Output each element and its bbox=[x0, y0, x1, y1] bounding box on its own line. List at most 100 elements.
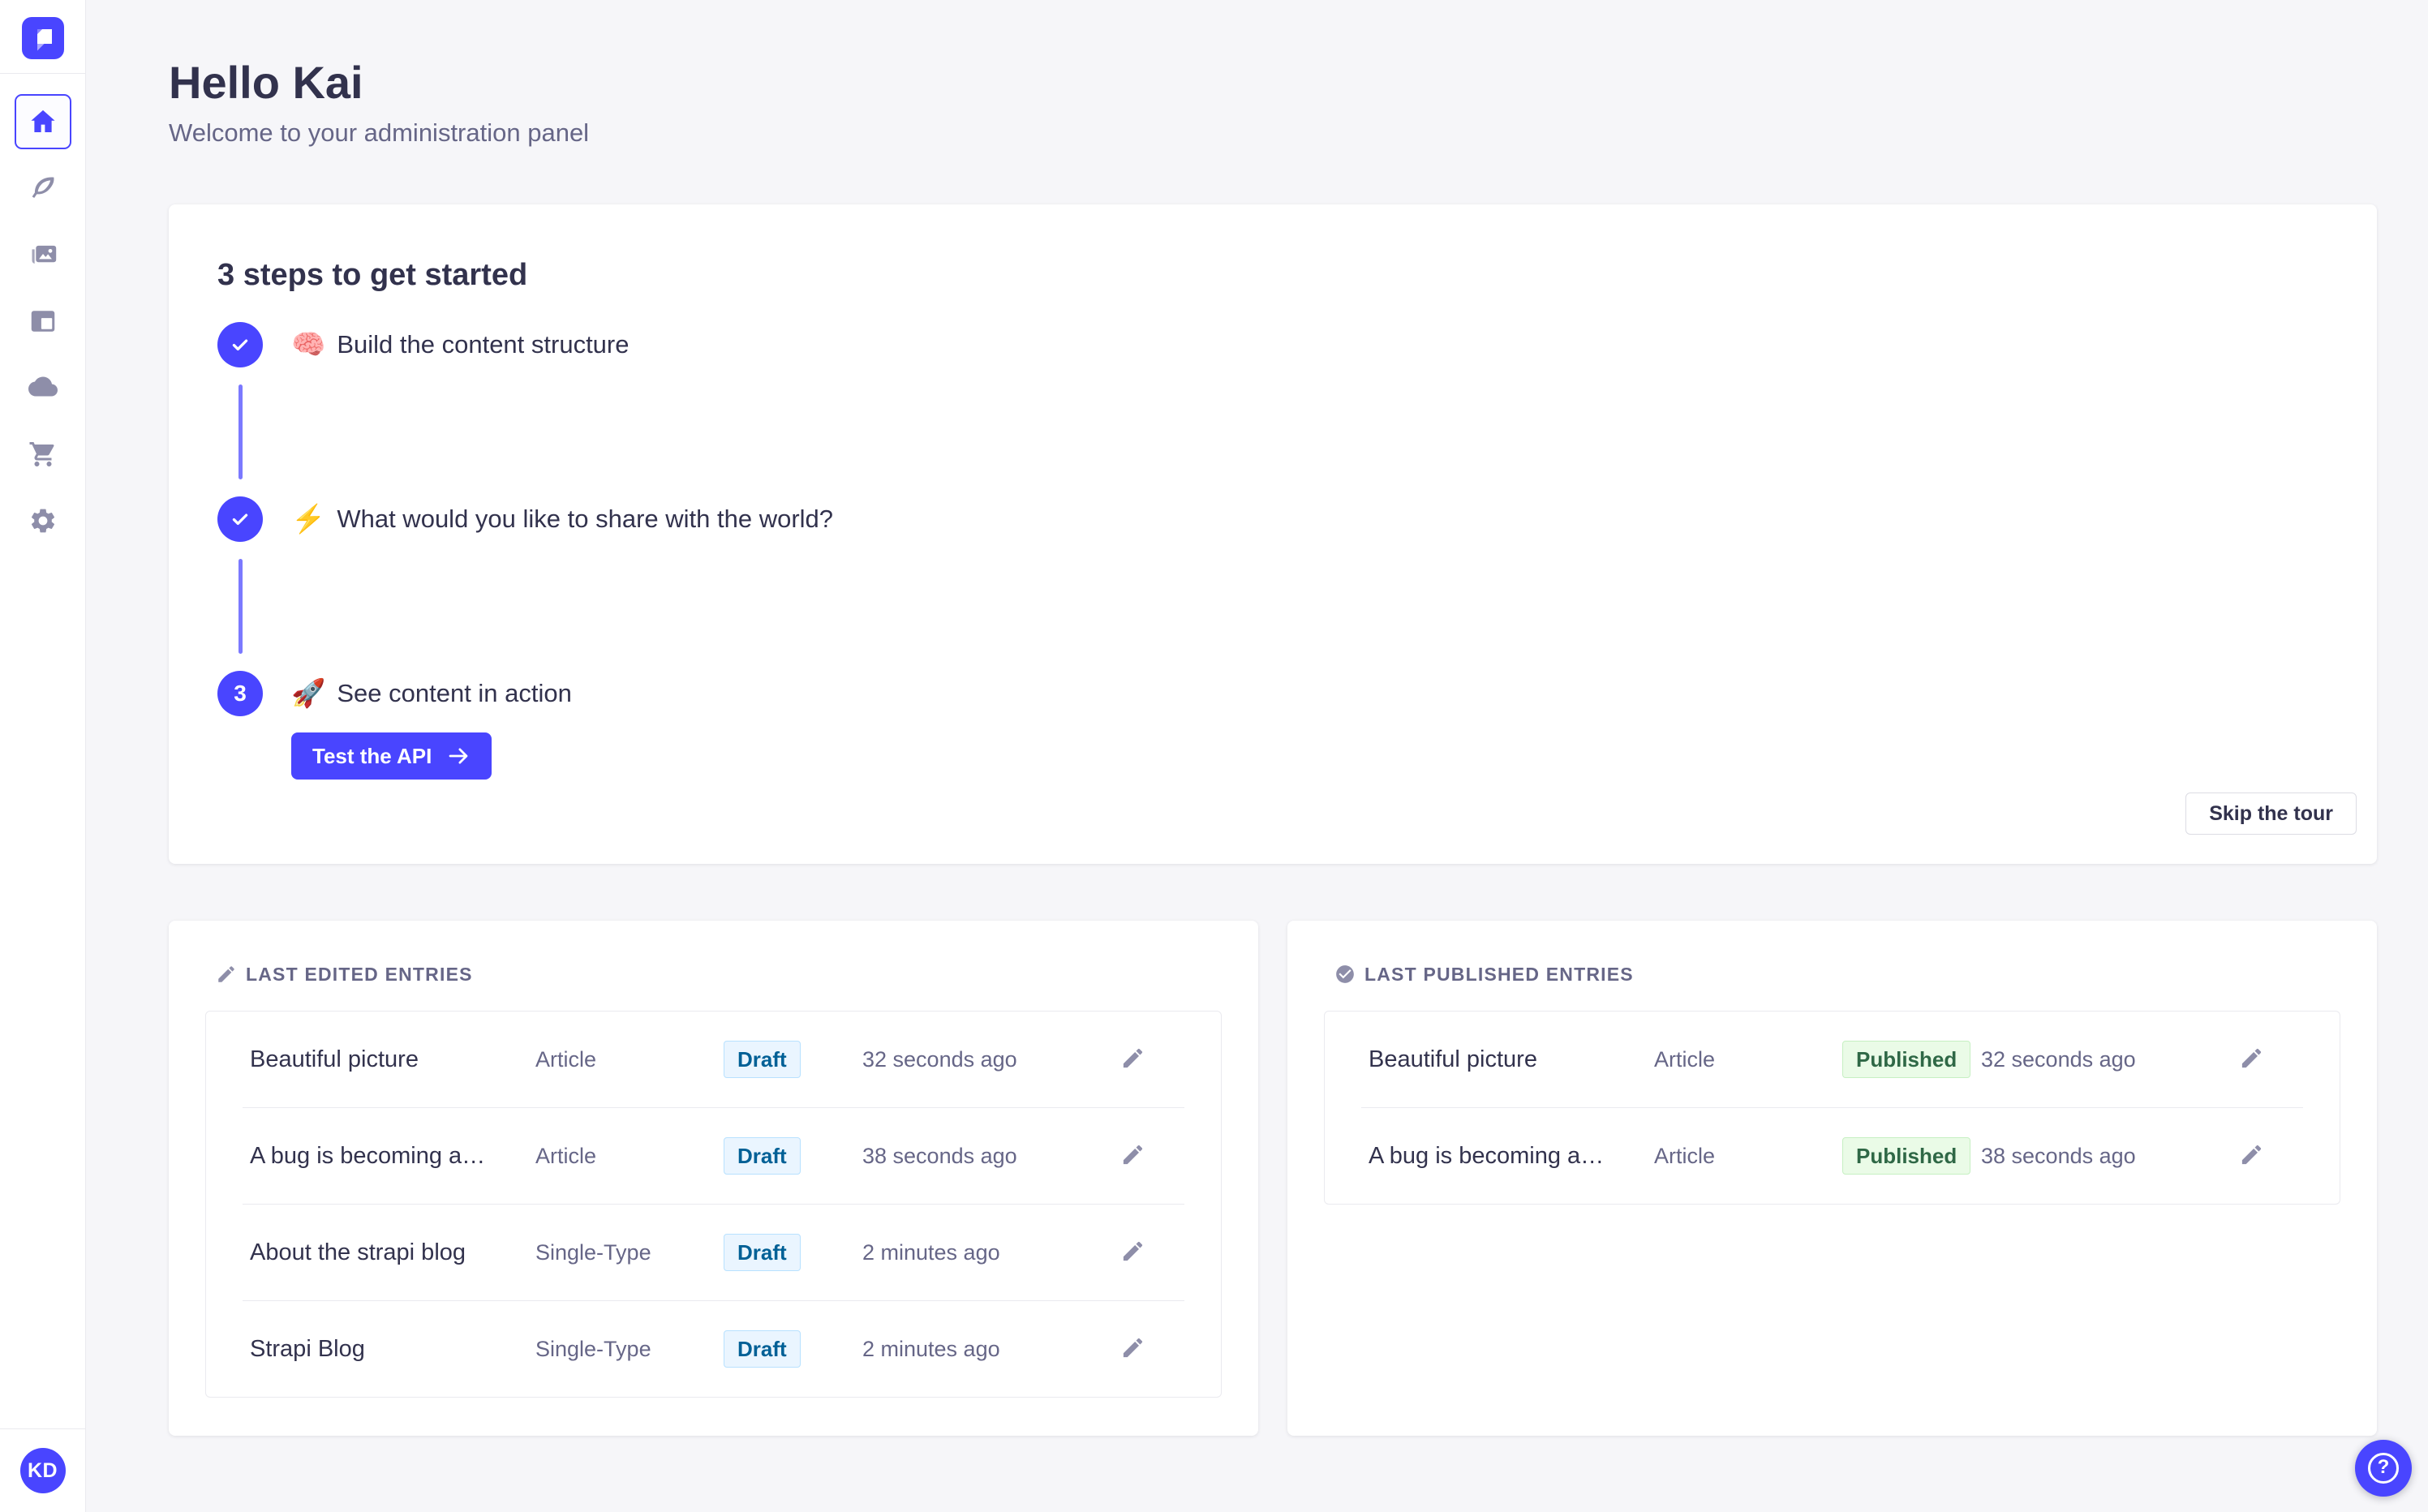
onboarding-card: 3 steps to get started 🧠 Build the conte… bbox=[169, 204, 2377, 864]
onboarding-step-1: 🧠 Build the content structure bbox=[217, 322, 2328, 496]
step-label: ⚡ What would you like to share with the … bbox=[291, 504, 834, 535]
entry-title: Beautiful picture bbox=[1369, 1046, 1537, 1072]
pencil-icon bbox=[1123, 1048, 1142, 1068]
entry-type: Article bbox=[535, 1046, 597, 1072]
table-row: A bug is becoming a… Article Published 3… bbox=[1325, 1108, 2340, 1204]
status-badge: Draft bbox=[724, 1041, 801, 1078]
layout-icon bbox=[31, 311, 54, 332]
last-published-widget: LAST PUBLISHED ENTRIES Beautiful picture… bbox=[1287, 921, 2377, 1436]
main-content: Hello Kai Welcome to your administration… bbox=[86, 0, 2428, 1512]
edit-entry-button[interactable] bbox=[1116, 1236, 1149, 1269]
widget-title: LAST EDITED ENTRIES bbox=[246, 963, 473, 985]
entry-title: Beautiful picture bbox=[250, 1046, 419, 1072]
rocket-emoji-icon: 🚀 bbox=[291, 678, 326, 709]
entry-time: 2 minutes ago bbox=[862, 1336, 1000, 1361]
arrow-right-icon bbox=[449, 748, 468, 764]
entry-time: 38 seconds ago bbox=[862, 1143, 1017, 1168]
brain-emoji-icon: 🧠 bbox=[291, 329, 326, 360]
gear-icon bbox=[31, 509, 54, 533]
last-published-header: LAST PUBLISHED ENTRIES bbox=[1334, 963, 2340, 986]
onboarding-steps: 🧠 Build the content structure ⚡ What wou… bbox=[217, 322, 2328, 780]
onboarding-title: 3 steps to get started bbox=[217, 258, 528, 292]
lightning-emoji-icon: ⚡ bbox=[291, 504, 326, 535]
strapi-admin-app: KD Hello Kai Welcome to your administrat… bbox=[0, 0, 2428, 1512]
sidebar-item-media-library[interactable] bbox=[15, 227, 71, 282]
help-icon: ? bbox=[2368, 1453, 2399, 1484]
sidebar-footer: KD bbox=[0, 1428, 86, 1512]
entry-time: 2 minutes ago bbox=[862, 1239, 1000, 1265]
page-title: Hello Kai bbox=[169, 57, 363, 108]
sidebar-item-content-type-builder[interactable] bbox=[15, 294, 71, 349]
entry-title: A bug is becoming a… bbox=[250, 1142, 486, 1169]
onboarding-step-2: ⚡ What would you like to share with the … bbox=[217, 496, 2328, 671]
sidebar-item-cloud[interactable] bbox=[15, 360, 71, 415]
page-subtitle: Welcome to your administration panel bbox=[169, 118, 590, 147]
pencil-icon bbox=[1123, 1145, 1142, 1165]
entry-time: 32 seconds ago bbox=[1981, 1046, 2136, 1072]
sidebar-item-marketplace[interactable] bbox=[15, 427, 71, 482]
sidebar-divider bbox=[0, 73, 86, 74]
last-edited-header: LAST EDITED ENTRIES bbox=[216, 963, 1222, 986]
status-badge: Published bbox=[1842, 1041, 1971, 1078]
entry-type: Single-Type bbox=[535, 1239, 651, 1265]
edit-entry-button[interactable] bbox=[1116, 1333, 1149, 1365]
sidebar-item-settings[interactable] bbox=[15, 493, 71, 548]
edit-entry-button[interactable] bbox=[2235, 1043, 2267, 1076]
strapi-logo-icon bbox=[21, 17, 64, 59]
status-badge: Draft bbox=[724, 1234, 801, 1271]
media-library-icon bbox=[32, 245, 56, 264]
check-icon bbox=[232, 513, 248, 526]
sidebar-nav bbox=[14, 94, 71, 548]
cloud-icon bbox=[28, 376, 58, 397]
skip-tour-button[interactable]: Skip the tour bbox=[2185, 793, 2357, 835]
entry-type: Article bbox=[1654, 1046, 1716, 1072]
edit-entry-button[interactable] bbox=[1116, 1043, 1149, 1076]
user-avatar[interactable]: KD bbox=[19, 1448, 66, 1493]
sidebar-item-content-manager[interactable] bbox=[15, 161, 71, 216]
entry-title: About the strapi blog bbox=[250, 1239, 466, 1265]
entry-time: 32 seconds ago bbox=[862, 1046, 1017, 1072]
step-number-circle: 3 bbox=[217, 671, 263, 716]
table-row: A bug is becoming a… Article Draft 38 se… bbox=[206, 1108, 1221, 1204]
step-connector bbox=[238, 559, 243, 654]
pencil-icon bbox=[218, 966, 234, 982]
status-badge: Published bbox=[1842, 1137, 1971, 1175]
check-icon bbox=[232, 339, 248, 351]
status-badge: Draft bbox=[724, 1330, 801, 1368]
step-done-circle bbox=[217, 496, 263, 542]
feather-icon bbox=[32, 177, 54, 198]
sidebar-divider bbox=[0, 1428, 86, 1429]
cart-icon bbox=[29, 442, 54, 466]
step-label: 🚀 See content in action bbox=[291, 678, 572, 709]
check-circle-icon bbox=[1336, 965, 1354, 983]
test-api-button[interactable]: Test the API bbox=[291, 732, 492, 780]
entry-title: Strapi Blog bbox=[250, 1335, 365, 1362]
table-row: Beautiful picture Article Published 32 s… bbox=[1325, 1012, 2340, 1107]
sidebar: KD bbox=[0, 0, 86, 1512]
entry-time: 38 seconds ago bbox=[1981, 1143, 2136, 1168]
entry-type: Article bbox=[535, 1143, 597, 1168]
table-row: About the strapi blog Single-Type Draft … bbox=[206, 1205, 1221, 1300]
pencil-icon bbox=[2241, 1145, 2261, 1165]
pencil-icon bbox=[2241, 1048, 2261, 1068]
onboarding-step-3: 3 🚀 See content in action Test the API bbox=[217, 671, 2328, 780]
pencil-icon bbox=[1123, 1241, 1142, 1261]
help-button[interactable]: ? bbox=[2355, 1440, 2412, 1497]
last-published-table: Beautiful picture Article Published 32 s… bbox=[1324, 1011, 2340, 1205]
step-done-circle bbox=[217, 322, 263, 367]
table-row: Beautiful picture Article Draft 32 secon… bbox=[206, 1012, 1221, 1107]
sidebar-item-home[interactable] bbox=[14, 94, 71, 149]
entry-title: A bug is becoming a… bbox=[1369, 1142, 1605, 1169]
home-icon bbox=[30, 110, 55, 132]
status-badge: Draft bbox=[724, 1137, 801, 1175]
step-label: 🧠 Build the content structure bbox=[291, 329, 630, 360]
table-row: Strapi Blog Single-Type Draft 2 minutes … bbox=[206, 1301, 1221, 1397]
last-edited-widget: LAST EDITED ENTRIES Beautiful picture Ar… bbox=[169, 921, 1258, 1436]
edit-entry-button[interactable] bbox=[1116, 1140, 1149, 1172]
edit-entry-button[interactable] bbox=[2235, 1140, 2267, 1172]
last-edited-table: Beautiful picture Article Draft 32 secon… bbox=[205, 1011, 1222, 1398]
entry-type: Single-Type bbox=[535, 1336, 651, 1361]
step-connector bbox=[238, 384, 243, 479]
entry-type: Article bbox=[1654, 1143, 1716, 1168]
pencil-icon bbox=[1123, 1338, 1142, 1358]
